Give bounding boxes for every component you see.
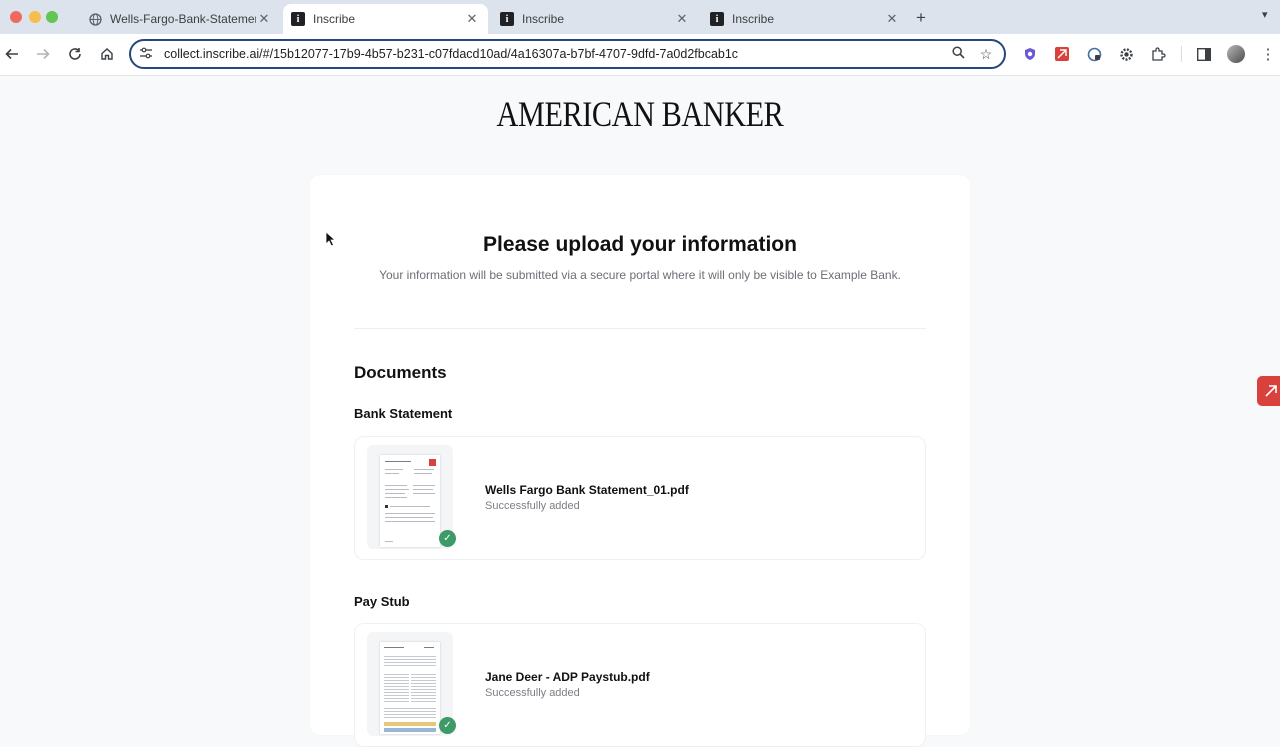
url-text[interactable]: collect.inscribe.ai/#/15b12077-17b9-4b57… <box>164 47 948 61</box>
bank-statement-label: Bank Statement <box>354 406 453 421</box>
extension-side-button[interactable] <box>1257 376 1280 406</box>
address-bar[interactable]: collect.inscribe.ai/#/15b12077-17b9-4b57… <box>129 39 1006 69</box>
uploaded-file-card[interactable]: ✓ Jane Deer - ADP Paystub.pdf Successful… <box>354 623 926 747</box>
success-check-icon: ✓ <box>439 530 456 547</box>
close-tab-icon[interactable]: ✕ <box>256 11 272 27</box>
file-name: Jane Deer - ADP Paystub.pdf <box>485 670 650 684</box>
forward-icon[interactable] <box>33 44 53 64</box>
extension-lock-icon[interactable] <box>1085 45 1103 63</box>
tab-title: Wells-Fargo-Bank-Statement <box>110 12 256 26</box>
divider <box>354 328 926 329</box>
chevron-down-icon[interactable]: ▾ <box>1262 8 1268 21</box>
extension-gear-icon[interactable] <box>1117 45 1135 63</box>
browser-tab[interactable]: i Inscribe ✕ <box>700 4 908 34</box>
uploaded-file-card[interactable]: ✓ Wells Fargo Bank Statement_01.pdf Succ… <box>354 436 926 560</box>
profile-avatar[interactable] <box>1227 45 1245 63</box>
side-panel-icon[interactable] <box>1195 45 1213 63</box>
new-tab-icon[interactable]: + <box>916 8 926 28</box>
tab-bar: Wells-Fargo-Bank-Statement ✕ i Inscribe … <box>0 0 1280 34</box>
file-status: Successfully added <box>485 687 580 699</box>
extension-shield-icon[interactable] <box>1021 45 1039 63</box>
close-window-button[interactable] <box>10 11 22 23</box>
inscribe-favicon: i <box>291 12 305 26</box>
minimize-window-button[interactable] <box>29 11 41 23</box>
extensions-puzzle-icon[interactable] <box>1149 45 1167 63</box>
bookmark-star-icon[interactable]: ☆ <box>976 46 996 63</box>
browser-tab[interactable]: i Inscribe ✕ <box>490 4 698 34</box>
close-tab-icon[interactable]: ✕ <box>464 11 480 27</box>
reload-icon[interactable] <box>65 44 85 64</box>
close-tab-icon[interactable]: ✕ <box>884 11 900 27</box>
documents-title: Documents <box>354 363 447 382</box>
browser-tab[interactable]: Wells-Fargo-Bank-Statement ✕ <box>70 4 280 34</box>
tab-title: Inscribe <box>732 12 775 26</box>
home-icon[interactable] <box>97 44 117 64</box>
globe-icon <box>88 12 102 26</box>
close-tab-icon[interactable]: ✕ <box>674 11 690 27</box>
toolbar-divider <box>1181 46 1182 62</box>
file-status: Successfully added <box>485 500 580 512</box>
file-name: Wells Fargo Bank Statement_01.pdf <box>485 483 689 497</box>
browser-toolbar: collect.inscribe.ai/#/15b12077-17b9-4b57… <box>0 34 1280 76</box>
inscribe-favicon: i <box>710 12 724 26</box>
browser-menu-icon[interactable]: ⋮ <box>1259 45 1277 63</box>
american-banker-logo: AMERICAN BANKER <box>496 94 784 134</box>
tab-title: Inscribe <box>522 12 565 26</box>
back-icon[interactable] <box>2 44 22 64</box>
tab-title: Inscribe <box>313 12 356 26</box>
inscribe-favicon: i <box>500 12 514 26</box>
page-title: Please upload your information <box>483 233 797 256</box>
browser-tab-active[interactable]: i Inscribe ✕ <box>283 4 488 34</box>
page-subtitle: Your information will be submitted via a… <box>379 268 901 282</box>
pay-stub-label: Pay Stub <box>354 594 410 609</box>
mouse-cursor <box>325 231 337 250</box>
site-settings-icon[interactable] <box>140 47 154 62</box>
maximize-window-button[interactable] <box>46 11 58 23</box>
zoom-icon[interactable] <box>948 46 968 62</box>
extension-red-icon[interactable] <box>1053 45 1071 63</box>
